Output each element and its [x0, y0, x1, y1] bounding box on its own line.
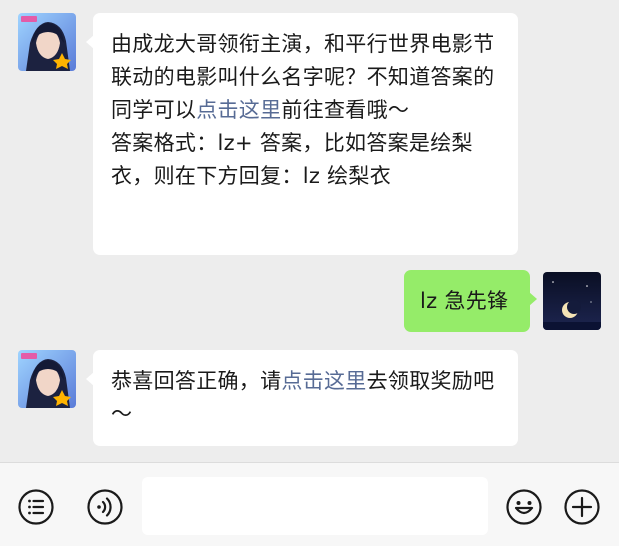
menu-list-icon[interactable] [17, 488, 55, 526]
official-account-avatar[interactable] [18, 350, 76, 408]
click-here-link[interactable]: 点击这里 [196, 98, 281, 122]
message-bubble-2: lz 急先锋 [404, 270, 537, 332]
voice-icon[interactable] [86, 488, 124, 526]
chat-area: 由成龙大哥领衔主演，和平行世界电影节联动的电影叫什么名字呢？不知道答案的同学可以… [0, 0, 619, 462]
message-bubble-1: 由成龙大哥领衔主演，和平行世界电影节联动的电影叫什么名字呢？不知道答案的同学可以… [86, 13, 518, 255]
answer-format-text: 答案格式：lz+ 答案，比如答案是绘梨衣，则在下方回复：lz 绘梨衣 [111, 131, 473, 188]
message-text: 前往查看哦～ [281, 98, 410, 122]
my-avatar[interactable] [543, 272, 601, 330]
message-1-paragraph-2: 答案格式：lz+ 答案，比如答案是绘梨衣，则在下方回复：lz 绘梨衣 [111, 127, 500, 193]
message-input[interactable] [142, 477, 488, 535]
game-character-avatar-image [18, 350, 76, 408]
message-text: 恭喜回答正确，请 [111, 369, 282, 393]
game-character-avatar-image [18, 13, 76, 71]
message-1-paragraph-1: 由成龙大哥领衔主演，和平行世界电影节联动的电影叫什么名字呢？不知道答案的同学可以… [111, 28, 500, 127]
official-account-avatar[interactable] [18, 13, 76, 71]
input-toolbar [0, 462, 619, 546]
emoji-icon[interactable] [505, 488, 543, 526]
click-here-link[interactable]: 点击这里 [281, 369, 366, 393]
message-bubble-3: 恭喜回答正确，请点击这里去领取奖励吧～ [86, 350, 518, 446]
message-3-paragraph-1: 恭喜回答正确，请点击这里去领取奖励吧～ [111, 365, 500, 431]
plus-icon[interactable] [563, 488, 601, 526]
crescent-moon-avatar-image [543, 272, 601, 330]
sent-message-text: lz 急先锋 [420, 289, 509, 313]
